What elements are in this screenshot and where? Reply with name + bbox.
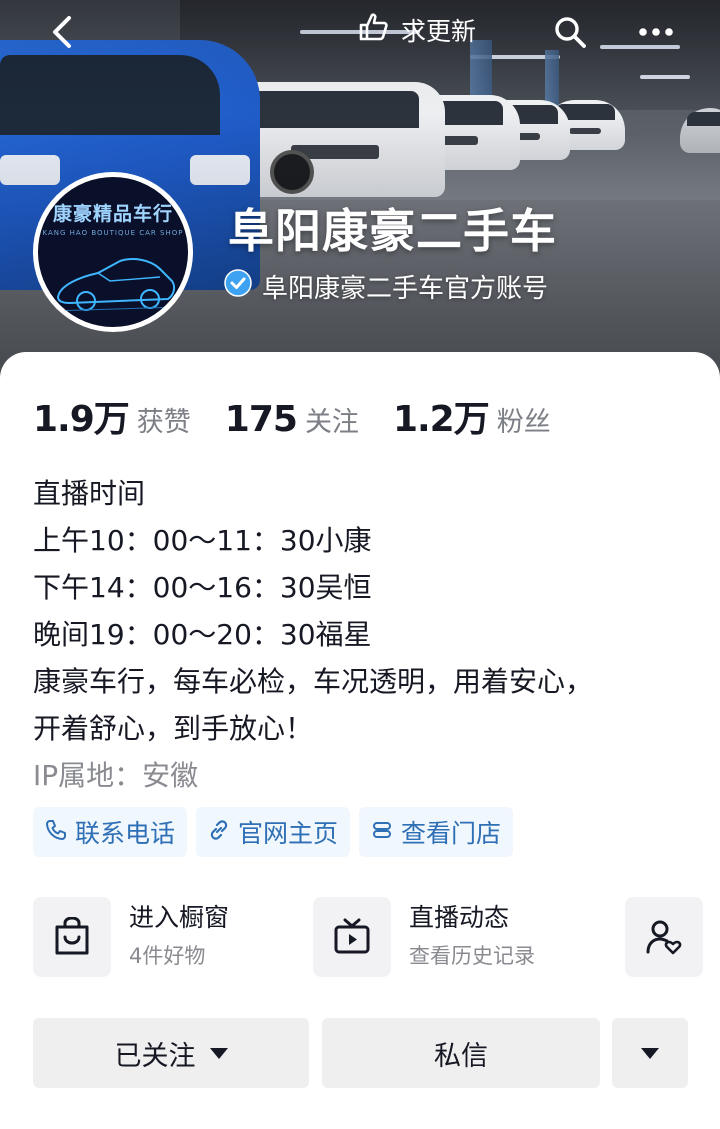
back-icon[interactable]: [40, 10, 84, 54]
official-site-label: 官网主页: [238, 819, 339, 848]
request-update-label: 求更新: [401, 17, 477, 46]
followed-label: 已关注: [114, 1040, 196, 1072]
stat-followers-number: 1.2万: [392, 399, 490, 440]
showcase-subtitle: 4件好物: [129, 944, 206, 968]
avatar-brand-subtext: KANG HAO BOUTIQUE CAR SHOP: [42, 229, 184, 237]
profile-page: 求更新 康豪精品车行 KANG HAO BOUTIQUE CAR SHOP 阜阳…: [0, 0, 720, 1129]
bio-line: 直播时间: [33, 477, 146, 510]
showcase-entry[interactable]: 进入橱窗 4件好物: [33, 897, 229, 977]
profile-name: 阜阳康豪二手车: [228, 204, 557, 258]
bio-line: 晚间19：00～20：30福星: [33, 618, 372, 651]
bio-line: 开着舒心，到手放心！: [33, 712, 314, 745]
ip-location: IP属地：安徽: [33, 759, 199, 792]
links-row: 联系电话 官网主页 查看门店: [33, 807, 514, 857]
verified-label: 阜阳康豪二手车官方账号: [224, 268, 548, 305]
contact-phone-label: 联系电话: [75, 819, 176, 848]
stat-following-number: 175: [224, 399, 298, 440]
view-store-button[interactable]: 查看门店: [359, 807, 514, 857]
live-history-subtitle: 查看历史记录: [409, 944, 535, 968]
bio: 直播时间 上午10：00～11：30小康 下午14：00～16：30吴恒 晚间1…: [33, 470, 693, 799]
top-bar: 求更新: [0, 0, 720, 60]
stat-following-label: 关注: [304, 407, 359, 438]
verified-icon: [224, 269, 252, 304]
caret-down-icon: [209, 1047, 228, 1059]
hand-icon: [355, 9, 391, 51]
search-icon[interactable]: [548, 10, 592, 54]
bio-line: 下午14：00～16：30吴恒: [33, 571, 372, 604]
live-history-title: 直播动态: [409, 903, 510, 932]
shopping-bag-icon: [33, 897, 111, 977]
stat-likes: 1.9万 获赞: [33, 390, 191, 442]
more-icon[interactable]: [632, 10, 680, 54]
stat-likes-label: 获赞: [136, 407, 191, 438]
avatar-brand-text: 康豪精品车行: [52, 203, 173, 225]
live-history-entry[interactable]: 直播动态 查看历史记录: [313, 897, 535, 977]
link-icon: [208, 818, 230, 847]
stat-likes-number: 1.9万: [33, 399, 130, 440]
actions-row: 已关注 私信: [33, 1018, 693, 1088]
avatar[interactable]: 康豪精品车行 KANG HAO BOUTIQUE CAR SHOP: [33, 172, 193, 332]
stat-followers-label: 粉丝: [496, 407, 551, 438]
official-site-button[interactable]: 官网主页: [196, 807, 351, 857]
message-label: 私信: [434, 1040, 488, 1072]
store-icon: [371, 818, 393, 847]
view-store-label: 查看门店: [401, 819, 502, 848]
followed-button[interactable]: 已关注: [33, 1018, 309, 1088]
avatar-car-graphic: [50, 258, 180, 312]
showcase-title: 进入橱窗: [129, 903, 230, 932]
bio-line: 上午10：00～11：30小康: [33, 524, 372, 557]
message-button[interactable]: 私信: [322, 1018, 600, 1088]
contact-phone-button[interactable]: 联系电话: [33, 807, 188, 857]
bio-line: 康豪车行，每车必检，车况透明，用着安心，: [33, 665, 594, 698]
request-update-button[interactable]: 求更新: [355, 10, 476, 50]
stats-row: 1.9万 获赞 175 关注 1.2万 粉丝: [33, 390, 585, 442]
stat-followers[interactable]: 1.2万 粉丝: [393, 390, 551, 442]
friend-icon[interactable]: [625, 897, 703, 977]
verified-text: 阜阳康豪二手车官方账号: [262, 274, 549, 304]
more-options-button[interactable]: [612, 1018, 688, 1088]
tv-icon: [313, 897, 391, 977]
profile-card: 1.9万 获赞 175 关注 1.2万 粉丝 直播时间 上午10：00～11：3…: [0, 352, 720, 1129]
entries-row: 进入橱窗 4件好物 直播动态 查看历史记录: [33, 897, 720, 977]
caret-down-icon: [641, 1047, 659, 1059]
stat-following[interactable]: 175 关注: [225, 399, 359, 440]
phone-icon: [45, 818, 67, 847]
